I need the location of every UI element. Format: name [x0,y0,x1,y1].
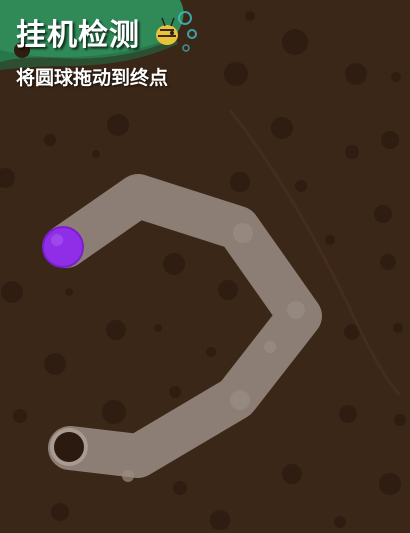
instruction-text: 将圆球拖动到终点 [16,67,169,89]
drag-ball[interactable] [42,226,84,268]
page-title: 挂机检测 [16,18,140,53]
goal-hole [50,428,88,466]
afk-check-dialog: 挂机检测 将圆球拖动到终点 [0,0,410,533]
